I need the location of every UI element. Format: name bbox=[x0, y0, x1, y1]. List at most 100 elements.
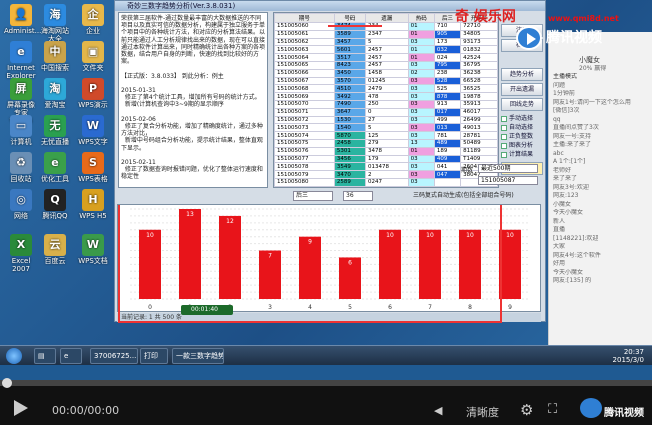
option-checkbox[interactable]: 图表分析 bbox=[501, 142, 533, 150]
table-row[interactable]: 151005080 2589 0247 03 bbox=[274, 177, 498, 187]
desktop-icon[interactable]: e 优化工具 bbox=[38, 152, 72, 183]
table-row[interactable]: 151005064 3517 2457 01 024 42524 bbox=[274, 53, 498, 62]
progress-knob[interactable] bbox=[2, 378, 12, 388]
desktop-icon-label: 企业 bbox=[86, 27, 100, 35]
option-checkbox[interactable]: 手动选择 bbox=[501, 115, 533, 123]
x-tick-label: 8 bbox=[468, 304, 472, 311]
checkbox-box[interactable] bbox=[501, 115, 507, 122]
table-row[interactable]: 151005077 3456 179 03 409 T1409 bbox=[274, 154, 498, 164]
desktop-icon[interactable]: S WPS表格 bbox=[76, 152, 110, 183]
video-frame[interactable]: 👤 Administ... 海海淘网站大全企企业 e Internet Explorer… bbox=[0, 0, 652, 380]
table-cell: 878 bbox=[433, 92, 462, 101]
start-icon[interactable] bbox=[6, 348, 22, 364]
desktop-icon[interactable]: e Internet Explorer bbox=[4, 41, 38, 80]
desktop-icon[interactable]: ▣ 文件夹 bbox=[76, 41, 110, 72]
desktop-icon[interactable]: W WPS文字 bbox=[76, 115, 110, 146]
player-brand[interactable]: 腾讯视频 bbox=[604, 404, 644, 419]
table-cell: 3456 bbox=[333, 154, 366, 164]
period-select[interactable]: 最近500期 bbox=[478, 164, 538, 173]
app-icon: 屏 bbox=[10, 78, 32, 100]
table-cell: 03 bbox=[407, 162, 435, 172]
table-cell: 032 bbox=[433, 45, 462, 55]
desktop-icon[interactable]: 云百度云 bbox=[38, 234, 72, 265]
table-cell: 35913 bbox=[460, 99, 498, 109]
auto-generate-option[interactable]: 三码复式自动生成(包括全部组合号码) bbox=[413, 192, 514, 200]
checkbox-box[interactable] bbox=[501, 142, 507, 149]
table-row[interactable]: 151005072 1530 27 03 499 26499 bbox=[274, 115, 498, 125]
play-icon[interactable] bbox=[14, 400, 28, 416]
desktop-icon[interactable]: 海海淘网站大全 bbox=[38, 4, 72, 43]
desktop-icon[interactable]: X Excel 2007 bbox=[4, 234, 38, 273]
table-row[interactable]: 151005068 4510 2479 03 525 36525 bbox=[274, 84, 498, 94]
open-miss-button[interactable]: 开出遗漏 bbox=[501, 83, 543, 96]
table-row[interactable]: 151005074 5870 125 03 781 28781 bbox=[274, 131, 498, 140]
clarity-button[interactable]: 清晰度 bbox=[466, 404, 499, 420]
table-row[interactable]: 151005067 3570 01245 03 528 66528 bbox=[274, 76, 498, 86]
table-row[interactable]: 151005062 3457 5 03 173 93173 bbox=[274, 37, 498, 47]
taskbar-item[interactable]: 37006725... bbox=[90, 348, 138, 364]
column-header[interactable]: 热码 bbox=[407, 13, 435, 23]
count-stepper[interactable]: 36 bbox=[343, 191, 373, 201]
taskbar-folder-icon[interactable]: ▤ bbox=[34, 348, 56, 364]
issue-select[interactable]: 151005087 bbox=[478, 176, 538, 185]
table-row[interactable]: 151005070 7490 250 03 913 35913 bbox=[274, 99, 498, 109]
table-row[interactable]: 151005071 3647 0 03 017 46017 bbox=[274, 107, 498, 117]
chat-message: 问题 bbox=[553, 81, 566, 89]
taskbar-clock: 20:37 2015/3/0 bbox=[612, 348, 644, 364]
data-grid[interactable]: 期号号码遗漏热码后三开奖号 15100506034742340171072710… bbox=[273, 12, 499, 188]
table-cell: 3570 bbox=[333, 76, 366, 86]
mode-select[interactable]: 后三 bbox=[293, 191, 333, 201]
desktop-icon[interactable]: W WPS文档 bbox=[76, 234, 110, 265]
line-trend-button[interactable]: 回线走势 bbox=[501, 98, 543, 111]
bar-value-label: 7 bbox=[268, 253, 272, 260]
checkbox-box[interactable] bbox=[501, 133, 507, 140]
desktop-icon[interactable]: ◎ 网络 bbox=[4, 189, 38, 220]
analysis-app-window[interactable]: 奇妙三数字趋势分析(Ver.3.8.031) 荣获第三届软件-通过数量最丰富的大… bbox=[114, 0, 546, 322]
table-cell bbox=[433, 177, 462, 187]
desktop-icon-label: WPS H5 bbox=[79, 212, 107, 220]
column-header[interactable]: 期号 bbox=[274, 13, 335, 23]
taskbar-item[interactable]: 打印 bbox=[140, 348, 168, 364]
desktop-icon-label: WPS文字 bbox=[78, 138, 108, 146]
table-row[interactable]: 151005069 3492 478 03 878 19878 bbox=[274, 92, 498, 101]
checkbox-box[interactable] bbox=[501, 124, 507, 131]
desktop-icon[interactable]: P WPS演示 bbox=[76, 78, 110, 109]
desktop-icon[interactable]: 👤 Administ... bbox=[4, 4, 41, 35]
desktop-icon[interactable]: 中中国搜索 bbox=[38, 41, 72, 72]
column-header[interactable]: 号码 bbox=[333, 13, 366, 23]
streamer-stats: 20% 赢得 bbox=[579, 64, 607, 72]
table-row[interactable]: 151005063 5601 2457 01 032 01832 bbox=[274, 45, 498, 55]
desktop-icon[interactable]: 企企业 bbox=[76, 4, 110, 35]
table-row[interactable]: 151005076 5301 3478 01 189 81189 bbox=[274, 146, 498, 156]
bar bbox=[219, 215, 241, 299]
table-row[interactable]: 151005061 3589 2347 01 905 34805 bbox=[274, 29, 498, 39]
checkbox-label: 计算结果 bbox=[509, 151, 534, 158]
desktop-icon[interactable]: 淘爱淘宝 bbox=[38, 78, 72, 109]
table-row[interactable]: 151005066 3450 1458 02 238 36238 bbox=[274, 68, 498, 78]
checkbox-box[interactable] bbox=[501, 151, 507, 158]
table-row[interactable]: 151005065 8423 2457 03 795 36795 bbox=[274, 60, 498, 70]
volume-icon[interactable]: ◀ bbox=[434, 404, 442, 417]
taskbar-item[interactable]: 一款三数字趋势... bbox=[172, 348, 224, 364]
table-cell: 151005060 bbox=[274, 22, 335, 31]
desktop-icon[interactable]: 无无忧直播 bbox=[38, 115, 72, 146]
settings-gear-icon[interactable]: ⚙ bbox=[520, 401, 533, 419]
table-row[interactable]: 151005073 1540 5 03 013 49013 bbox=[274, 123, 498, 133]
description-text-pane[interactable]: 荣获第三届软件-通过数量最丰富的大数据推送的不同项目以及真实可信的数据分析，构建… bbox=[118, 12, 268, 188]
desktop-icon[interactable]: Q 腾讯QQ bbox=[38, 189, 72, 220]
column-header[interactable]: 遗漏 bbox=[364, 13, 409, 23]
table-cell: 2457 bbox=[364, 60, 409, 70]
progress-bar[interactable] bbox=[0, 378, 652, 388]
desktop-icon[interactable]: H WPS H5 bbox=[76, 189, 110, 220]
table-cell: 151005067 bbox=[274, 76, 335, 86]
desktop-icon[interactable]: ▭ 计算机 bbox=[4, 115, 38, 146]
option-checkbox[interactable]: 正负整数 bbox=[501, 133, 533, 141]
table-row[interactable]: 151005075 2458 279 13 489 50489 bbox=[274, 138, 498, 148]
desktop-icon[interactable]: ♻ 回收站 bbox=[4, 152, 38, 183]
table-cell: 03 bbox=[407, 92, 435, 101]
trend-analysis-button[interactable]: 趋势分析 bbox=[501, 68, 543, 81]
option-checkbox[interactable]: 计算结果 bbox=[501, 151, 533, 159]
taskbar-ie-icon[interactable]: e bbox=[60, 348, 82, 364]
option-checkbox[interactable]: 自动选择 bbox=[501, 124, 533, 132]
fullscreen-icon[interactable]: ⛶ bbox=[548, 402, 557, 417]
